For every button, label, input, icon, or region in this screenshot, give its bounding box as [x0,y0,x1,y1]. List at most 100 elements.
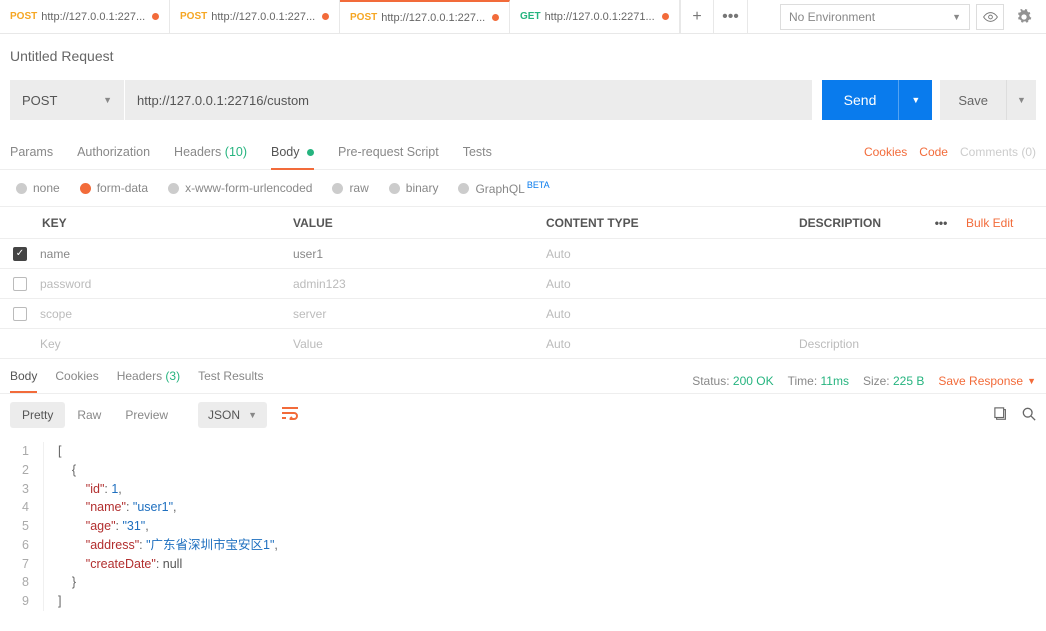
response-tab-bar: Body Cookies Headers (3) Test Results St… [0,359,1046,393]
status-block: Status: 200 OK [692,374,773,388]
view-preview[interactable]: Preview [113,402,180,428]
chevron-down-icon: ▼ [103,95,112,105]
cookies-link[interactable]: Cookies [864,145,907,159]
environment-select[interactable]: No Environment ▼ [780,4,970,30]
unsaved-dot-icon [662,13,669,20]
send-dropdown[interactable]: ▼ [898,80,932,120]
tab-method: POST [180,11,207,22]
send-button[interactable]: Send ▼ [822,80,933,120]
view-raw[interactable]: Raw [65,402,113,428]
col-description: DESCRIPTION [799,216,916,230]
bodytype-raw[interactable]: raw [332,181,368,195]
comments-link[interactable]: Comments (0) [960,145,1036,159]
tab-overflow-button[interactable]: ••• [714,0,748,34]
tab-url: http://127.0.0.1:227... [211,11,318,23]
size-block: Size: 225 B [863,374,924,388]
desc-cell[interactable]: Description [799,337,1046,351]
request-name[interactable]: Untitled Request [0,34,1046,74]
value-cell[interactable]: user1 [293,247,546,261]
restab-headers[interactable]: Headers (3) [117,369,180,393]
request-right-links: Cookies Code Comments (0) [864,145,1036,159]
request-tab-1[interactable]: POST http://127.0.0.1:227... [0,0,170,33]
value-cell[interactable]: server [293,307,546,321]
bodytype-none[interactable]: none [16,181,60,195]
chevron-down-icon: ▼ [1017,95,1026,105]
wrap-toggle-button[interactable] [281,406,299,425]
tab-body[interactable]: Body [271,135,314,169]
bodytype-label: form-data [97,181,148,195]
settings-button[interactable] [1010,4,1038,30]
environment-label: No Environment [789,10,875,24]
copy-button[interactable] [994,407,1008,424]
bulk-edit-link[interactable]: Bulk Edit [966,216,1046,230]
col-content-type: CONTENT TYPE [546,216,799,230]
ct-cell[interactable]: Auto [546,247,799,261]
bodytype-urlencoded[interactable]: x-www-form-urlencoded [168,181,312,195]
response-meta: Status: 200 OK Time: 11ms Size: 225 B Sa… [692,374,1036,388]
formdata-row-empty[interactable]: Key Value Auto Description [0,329,1046,359]
response-view-bar: Pretty Raw Preview JSON ▼ [0,393,1046,436]
save-response-button[interactable]: Save Response ▼ [938,374,1036,388]
request-tab-2[interactable]: POST http://127.0.0.1:227... [170,0,340,33]
value-cell[interactable]: Value [293,337,546,351]
tab-tests[interactable]: Tests [463,135,492,169]
view-pretty[interactable]: Pretty [10,402,65,428]
top-tab-bar: POST http://127.0.0.1:227... POST http:/… [0,0,1046,34]
row-checkbox[interactable] [13,307,27,321]
ct-cell[interactable]: Auto [546,337,799,351]
bodytype-label: none [33,181,60,195]
row-checkbox[interactable] [13,277,27,291]
formdata-header: KEY VALUE CONTENT TYPE DESCRIPTION ••• B… [0,207,1046,239]
bodytype-formdata[interactable]: form-data [80,181,148,195]
request-tab-3[interactable]: POST http://127.0.0.1:227... [340,0,510,33]
method-select[interactable]: POST ▼ [10,80,124,120]
send-label: Send [822,92,899,108]
key-cell[interactable]: password [40,277,293,291]
method-label: POST [22,93,57,108]
env-preview-button[interactable] [976,4,1004,30]
radio-icon [458,183,469,194]
url-input[interactable] [125,80,812,120]
unsaved-dot-icon [152,13,159,20]
row-checkbox[interactable]: ✓ [13,247,27,261]
formdata-row[interactable]: password admin123 Auto [0,269,1046,299]
gear-icon [1016,9,1032,25]
tab-headers-label: Headers [174,145,221,159]
tab-headers[interactable]: Headers (10) [174,135,247,169]
restab-tests[interactable]: Test Results [198,369,263,393]
search-icon [1022,407,1036,421]
save-button[interactable]: Save ▼ [940,80,1036,120]
chevron-down-icon: ▼ [911,95,920,105]
request-tab-4[interactable]: GET http://127.0.0.1:2271... [510,0,680,33]
save-dropdown[interactable]: ▼ [1006,80,1036,120]
value-cell[interactable]: admin123 [293,277,546,291]
tab-prerequest[interactable]: Pre-request Script [338,135,439,169]
search-response-button[interactable] [1022,407,1036,424]
format-select[interactable]: JSON ▼ [198,402,267,428]
response-headers-count: (3) [165,369,180,383]
wrap-icon [281,406,299,420]
formdata-row[interactable]: ✓ name user1 Auto [0,239,1046,269]
view-bar-right [994,407,1036,424]
ct-cell[interactable]: Auto [546,277,799,291]
kv-more-button[interactable]: ••• [916,216,966,230]
key-cell[interactable]: Key [40,337,293,351]
ct-cell[interactable]: Auto [546,307,799,321]
tab-params[interactable]: Params [10,135,53,169]
tab-authorization[interactable]: Authorization [77,135,150,169]
bodytype-graphql[interactable]: GraphQLBETA [458,180,549,196]
restab-body[interactable]: Body [10,369,37,393]
restab-headers-label: Headers [117,369,162,383]
top-right: No Environment ▼ [780,0,1046,33]
format-label: JSON [208,408,240,422]
new-tab-button[interactable]: + [680,0,714,34]
key-cell[interactable]: name [40,247,293,261]
restab-cookies[interactable]: Cookies [55,369,98,393]
unsaved-dot-icon [492,14,499,21]
bodytype-binary[interactable]: binary [389,181,439,195]
code-link[interactable]: Code [919,145,948,159]
headers-count: (10) [225,145,247,159]
key-cell[interactable]: scope [40,307,293,321]
response-body[interactable]: 1[ 2 { 3 "id": 1, 4 "name": "user1", 5 "… [0,436,1046,631]
formdata-row[interactable]: scope server Auto [0,299,1046,329]
